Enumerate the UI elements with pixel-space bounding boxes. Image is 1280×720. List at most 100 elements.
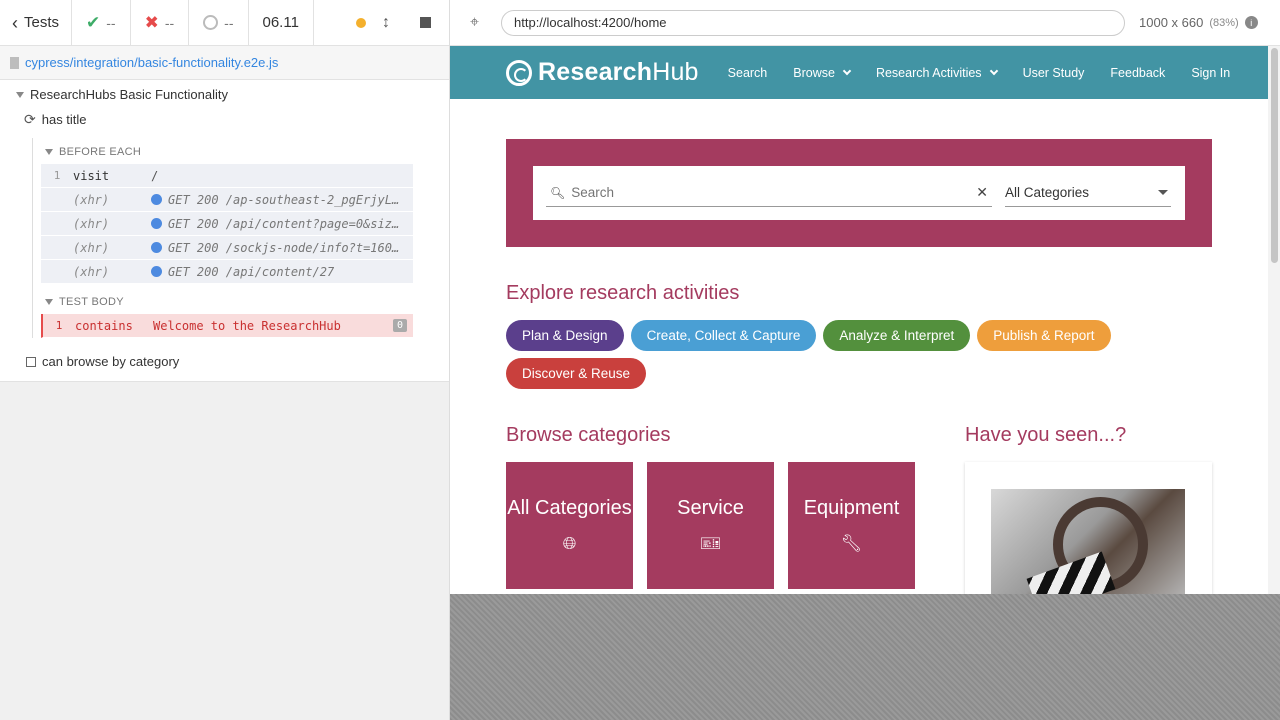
aut-iframe: ResearchHub Search Browse Research Activ… [450,46,1280,594]
test-body-hook[interactable]: TEST BODY [41,284,413,314]
pending-count: -- [224,14,234,31]
command-xhr-label: (xhr) [73,240,110,255]
cypress-runner: ‹ Tests ✔ -- ✖ -- -- 06.11 ↕ cypress/int… [0,0,1280,720]
failed-count: -- [164,14,175,31]
search-box: 🔍︎ ✕ All Categories [533,166,1185,220]
nav-feedback[interactable]: Feedback [1097,66,1178,80]
test-has-title[interactable]: ⟳ has title [0,102,449,128]
category-select-value: All Categories [1005,185,1090,200]
spiral-logo-icon [506,59,532,86]
search-hero: 🔍︎ ✕ All Categories [506,139,1212,247]
explore-title: Explore research activities [506,282,740,304]
running-refresh-icon: ⟳ [24,111,36,127]
nav-browse-label: Browse [793,65,835,80]
pending-stat: -- [189,0,249,45]
wrench-icon: 🔧︎ [840,534,863,553]
aut-header: ⌖ http://localhost:4200/home 1000 x 660 … [450,0,1280,46]
command-row[interactable]: (xhr) GET 200 /ap-southeast-2_pgErjyL4… [41,188,413,212]
suite-title[interactable]: ResearchHubs Basic Functionality [0,80,449,102]
auto-scroll-toggle-icon[interactable]: ↕ [382,14,390,32]
category-tile-service[interactable]: Service 🎫︎ [647,462,774,589]
category-tile-all[interactable]: All Categories 🌐︎ [506,462,633,589]
command-row[interactable]: 1 visit / [41,164,413,188]
nav-browse[interactable]: Browse [780,66,863,80]
command-message: GET 200 /sockjs-node/info?t=1605… [151,241,413,255]
command-xhr-label: (xhr) [73,264,110,279]
category-tile-equipment[interactable]: Equipment 🔧︎ [788,462,915,589]
activity-plan-design[interactable]: Plan & Design [506,320,624,351]
nav-search[interactable]: Search [715,66,781,80]
command-number: 1 [53,169,61,182]
caret-down-icon [16,91,24,98]
search-icon: 🔍︎ [550,185,566,200]
info-icon[interactable]: i [1244,16,1258,29]
activity-analyze-interpret[interactable]: Analyze & Interpret [823,320,971,351]
reporter-controls: ↕ [314,0,449,45]
runnables-list: ResearchHubs Basic Functionality ⟳ has t… [0,80,449,382]
stop-button[interactable] [420,17,431,28]
command-message: GET 200 /ap-southeast-2_pgErjyL4… [151,193,413,207]
caret-down-icon [45,299,53,305]
chevron-down-icon [989,66,998,75]
app-under-test-panel: ⌖ http://localhost:4200/home 1000 x 660 … [450,0,1280,720]
chevron-left-icon: ‹ [12,12,18,33]
xhr-request-text: GET 200 /sockjs-node/info?t=1605… [168,240,405,255]
page-scrollbar[interactable] [1268,46,1280,594]
featured-content-card[interactable] [965,462,1212,594]
passed-stat: ✔ -- [72,0,131,45]
xhr-request-text: GET 200 /api/content?page=0&size… [168,216,405,231]
nav-user-study[interactable]: User Study [1010,66,1098,80]
element-count-badge: 0 [392,319,407,332]
search-field: 🔍︎ ✕ [546,179,992,207]
scrollbar-thumb[interactable] [1271,48,1278,263]
selector-playground-icon[interactable]: ⌖ [470,14,479,32]
failed-stat: ✖ -- [131,0,190,45]
xhr-request-text: GET 200 /ap-southeast-2_pgErjyL4… [168,192,405,207]
before-each-label: BEFORE EACH [59,146,142,158]
x-icon: ✖ [144,12,159,32]
nav-research-activities-label: Research Activities [875,65,982,80]
caret-down-icon [45,149,53,155]
nav-sign-in[interactable]: Sign In [1178,66,1243,80]
pending-test-icon [26,356,36,367]
spec-file-link[interactable]: cypress/integration/basic-functionality.… [25,55,278,70]
suite-title-label: ResearchHubs Basic Functionality [30,87,228,102]
category-select[interactable]: All Categories [1005,179,1171,207]
test-can-browse[interactable]: can browse by category [0,338,449,379]
clear-icon[interactable]: ✕ [976,184,992,201]
activity-create-collect-capture[interactable]: Create, Collect & Capture [630,320,817,351]
before-each-hook[interactable]: BEFORE EACH [41,142,413,164]
xhr-status-icon [151,266,162,277]
xhr-status-icon [151,242,162,253]
activity-publish-report[interactable]: Publish & Report [977,320,1111,351]
passed-count: -- [106,14,116,31]
command-row[interactable]: (xhr) GET 200 /sockjs-node/info?t=1605… [41,236,413,260]
command-row[interactable]: (xhr) GET 200 /api/content/27 [41,260,413,284]
command-xhr-label: (xhr) [73,192,110,207]
category-tile-label: Equipment [803,497,900,519]
reporter-panel: ‹ Tests ✔ -- ✖ -- -- 06.11 ↕ cypress/int… [0,0,450,720]
search-input[interactable] [571,185,971,200]
xhr-status-icon [151,218,162,229]
film-reel-image [991,489,1185,594]
xhr-request-text: GET 200 /api/content/27 [168,264,335,279]
tests-label: Tests [24,14,60,31]
category-tile-label: Service [677,497,744,519]
site-logo[interactable]: ResearchHub [506,58,699,87]
command-row[interactable]: (xhr) GET 200 /api/content?page=0&size… [41,212,413,236]
command-xhr-label: (xhr) [73,216,110,231]
tests-back-button[interactable]: ‹ Tests [0,0,73,45]
nav-research-activities[interactable]: Research Activities [863,66,1010,80]
pending-circle-icon [203,15,219,30]
failing-command-row[interactable]: 1 contains Welcome to the ResearchHub 0 [41,314,413,338]
xhr-status-icon [151,194,162,205]
file-icon [10,56,19,69]
reporter-header: ‹ Tests ✔ -- ✖ -- -- 06.11 ↕ [0,0,449,46]
category-tiles: All Categories 🌐︎ Service 🎫︎ Equipment 🔧… [506,462,915,589]
logo-text: ResearchHub [538,58,699,87]
check-icon: ✔ [86,12,101,32]
site-navbar: ResearchHub Search Browse Research Activ… [450,46,1280,99]
url-bar[interactable]: http://localhost:4200/home [501,9,1126,36]
activity-discover-reuse[interactable]: Discover & Reuse [506,358,647,389]
viewport-info: 1000 x 660 (83%) i [1139,15,1258,30]
